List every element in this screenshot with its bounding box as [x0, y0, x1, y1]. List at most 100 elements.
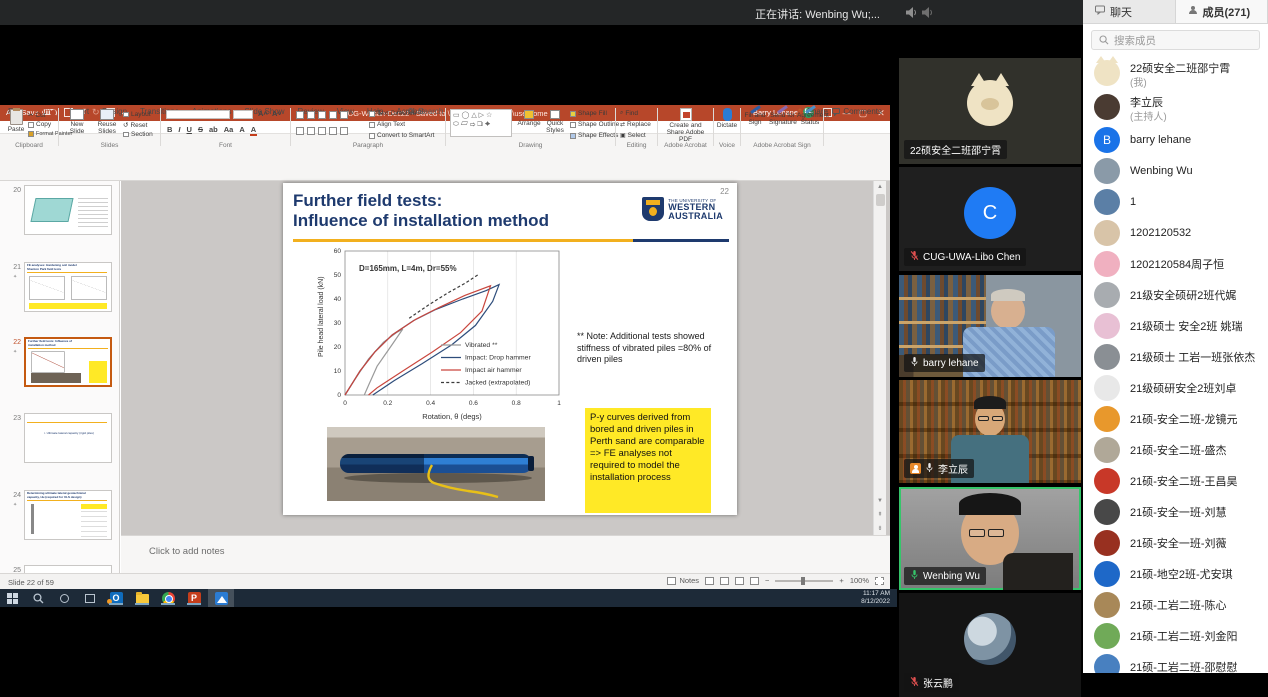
start-button[interactable]: [2, 591, 22, 605]
slide-sorter-view-icon[interactable]: [720, 577, 729, 585]
member-row[interactable]: 21硕-地空2班-尤安琪: [1083, 558, 1268, 589]
find-button[interactable]: ⌕Find: [620, 110, 638, 117]
taskbar-clock[interactable]: 11:17 AM 8/12/2022: [861, 590, 890, 606]
video-tile-6[interactable]: 张云鹏: [899, 593, 1081, 697]
line-spacing-icon[interactable]: [340, 111, 348, 119]
font-size-select[interactable]: [233, 110, 253, 119]
shape-fill-button[interactable]: Shape Fill: [570, 110, 607, 117]
fill-and-sign-button[interactable]: Fill and Sign: [742, 108, 768, 126]
bullets-icon[interactable]: [296, 111, 304, 119]
indent-increase-icon[interactable]: [329, 111, 337, 119]
shape-gallery[interactable]: ▭ ◯ △ ▷ ☆⬭ ▱ ⇨ ❏ ✦: [450, 109, 512, 137]
current-slide[interactable]: 22 Further field tests: Influence of ins…: [283, 183, 737, 515]
scrollbar-thumb[interactable]: [876, 194, 885, 206]
video-tile-2[interactable]: CCUG-UWA-Libo Chen: [899, 167, 1081, 271]
tab-chat[interactable]: 聊天: [1083, 0, 1176, 23]
grow-font-button[interactable]: A˄: [257, 109, 269, 118]
numbering-icon[interactable]: [307, 111, 315, 119]
comments-button[interactable]: Comments: [832, 107, 882, 116]
member-row[interactable]: 李立辰(主持人): [1083, 90, 1268, 124]
scroll-up-icon[interactable]: ▲: [874, 181, 886, 193]
paste-button[interactable]: Paste: [5, 109, 27, 133]
powerpoint-taskbar-icon[interactable]: P: [184, 591, 204, 605]
next-slide-icon[interactable]: ⇟: [874, 523, 886, 535]
new-slide-button[interactable]: New Slide: [63, 109, 91, 135]
member-row[interactable]: 1: [1083, 186, 1268, 217]
font-glyph-2[interactable]: U: [186, 125, 193, 136]
shape-outline-button[interactable]: Shape Outline: [570, 121, 619, 128]
meeting-app-icon[interactable]: [211, 591, 231, 605]
shape-effects-button[interactable]: Shape Effects: [570, 132, 618, 139]
slide-thumbnail-22[interactable]: Further field tests: Influence of instal…: [24, 337, 112, 387]
font-glyph-5[interactable]: Aa: [223, 125, 235, 136]
zoom-out-icon[interactable]: −: [765, 576, 769, 585]
task-view-icon[interactable]: [80, 591, 100, 605]
member-row[interactable]: 21硕-安全二班-龙镜元: [1083, 403, 1268, 434]
align-center-icon[interactable]: [307, 127, 315, 135]
member-row[interactable]: 21硕-安全二班-盛杰: [1083, 434, 1268, 465]
font-glyph-0[interactable]: B: [166, 125, 173, 136]
member-search-input[interactable]: 搜索成员: [1091, 30, 1260, 50]
reuse-slides-button[interactable]: Reuse Slides: [93, 109, 121, 135]
vertical-scrollbar[interactable]: ▲ ▼ ⇞ ⇟: [873, 181, 886, 535]
chrome-icon[interactable]: [158, 591, 178, 605]
replace-button[interactable]: ⇄Replace: [620, 121, 651, 128]
member-row[interactable]: 21级硕士 安全2班 姚瑞: [1083, 310, 1268, 341]
video-tile-1[interactable]: 22硕安全二班邵宁霄: [899, 58, 1081, 164]
scroll-down-icon[interactable]: ▼: [874, 495, 886, 507]
slide-thumbnail-24[interactable]: Determining ultimate lateral geotechnica…: [24, 490, 112, 540]
zoom-in-icon[interactable]: +: [839, 576, 843, 585]
member-row[interactable]: Wenbing Wu: [1083, 155, 1268, 186]
slide-thumbnail-21[interactable]: FE analyses: Hardening soil model Shento…: [24, 262, 112, 312]
member-row[interactable]: 21硕-安全一班-刘慧: [1083, 496, 1268, 527]
member-row[interactable]: 21硕-工岩二班-陈心: [1083, 589, 1268, 620]
justify-icon[interactable]: [329, 127, 337, 135]
notes-placeholder[interactable]: Click to add notes: [149, 546, 225, 557]
align-left-icon[interactable]: [296, 127, 304, 135]
align-right-icon[interactable]: [318, 127, 326, 135]
file-explorer-icon[interactable]: [132, 591, 152, 605]
font-glyph-4[interactable]: ab: [208, 125, 219, 136]
zoom-level[interactable]: 100%: [850, 576, 869, 585]
slide-thumbnail-20[interactable]: FE analyses of field tests Hardening soi…: [24, 185, 112, 235]
slide-thumbnail-25[interactable]: [24, 565, 112, 573]
section-button[interactable]: Section: [123, 131, 153, 138]
video-tile-4[interactable]: 李立辰: [899, 380, 1081, 483]
video-tile-5[interactable]: Wenbing Wu: [899, 487, 1081, 590]
columns-icon[interactable]: [340, 127, 348, 135]
cut-button[interactable]: ✂Cut: [28, 111, 46, 119]
member-row[interactable]: Bbarry lehane: [1083, 124, 1268, 155]
send-for-signature-button[interactable]: Send for Signature: [769, 108, 796, 126]
member-row[interactable]: 21级硕研安全2班刘卓: [1083, 372, 1268, 403]
agreement-status-button[interactable]: Agreement Status: [797, 108, 823, 126]
slide-thumbnail-23[interactable]: i. Ultimate lateral capacity (rigid pile…: [24, 413, 112, 463]
layout-button[interactable]: Layout: [123, 111, 151, 118]
slideshow-view-icon[interactable]: [750, 577, 759, 585]
video-tile-3[interactable]: barry lehane: [899, 275, 1081, 377]
font-glyph-6[interactable]: A: [238, 125, 245, 136]
create-pdf-button[interactable]: Create and Share Adobe PDF: [662, 108, 709, 143]
convert-smartart-button[interactable]: Convert to SmartArt: [369, 132, 434, 139]
member-row[interactable]: 1202120532: [1083, 217, 1268, 248]
taskbar-search-icon[interactable]: [28, 591, 48, 605]
cortana-icon[interactable]: [54, 591, 74, 605]
member-row[interactable]: 21硕-安全二班-王昌昊: [1083, 465, 1268, 496]
member-row[interactable]: 21硕-工岩二班-邵慰慰: [1083, 651, 1268, 673]
member-row[interactable]: 21级安全硕研2班代娓: [1083, 279, 1268, 310]
align-text-button[interactable]: Align Text: [369, 121, 405, 128]
text-direction-button[interactable]: Text Direction: [369, 110, 416, 117]
tab-members[interactable]: 成员(271): [1176, 0, 1268, 23]
notes-toggle-button[interactable]: Notes: [667, 576, 699, 585]
shrink-font-button[interactable]: A˅: [271, 109, 283, 118]
arrange-button[interactable]: Arrange: [516, 110, 542, 127]
font-glyph-3[interactable]: S: [197, 125, 204, 136]
quick-styles-button[interactable]: Quick Styles: [542, 110, 568, 134]
reading-view-icon[interactable]: [735, 577, 744, 585]
member-row[interactable]: 21硕-工岩二班-刘金阳: [1083, 620, 1268, 651]
font-name-select[interactable]: [166, 110, 230, 119]
previous-slide-icon[interactable]: ⇞: [874, 509, 886, 521]
member-row[interactable]: 21硕-安全一班-刘薇: [1083, 527, 1268, 558]
member-row[interactable]: 1202120584周子恒: [1083, 248, 1268, 279]
select-button[interactable]: ▣Select: [620, 132, 646, 139]
copy-button[interactable]: Copy: [28, 121, 51, 128]
